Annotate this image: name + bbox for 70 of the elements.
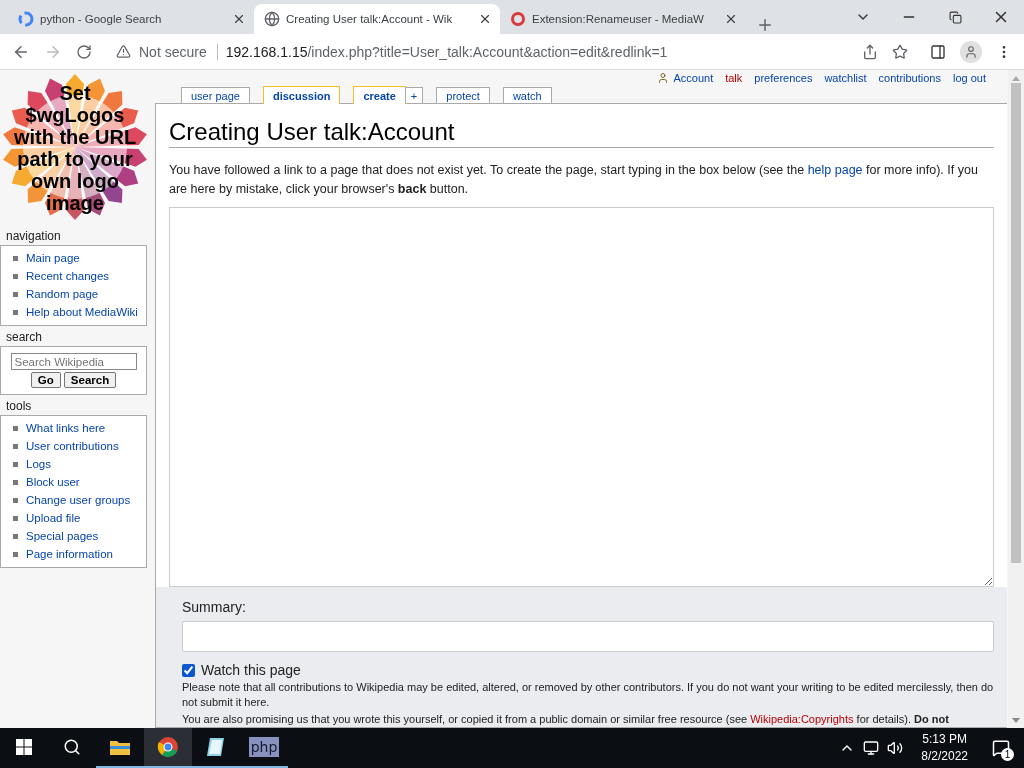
personal-link[interactable]: contributions (878, 72, 941, 84)
page-heading: Creating User talk:Account (169, 118, 994, 148)
user-icon (657, 72, 670, 84)
search-button[interactable]: Go (30, 372, 61, 388)
browser-tab[interactable]: python - Google Search (8, 4, 254, 34)
page-tab[interactable]: create (353, 86, 406, 104)
restore-icon[interactable] (948, 10, 962, 24)
clock-time[interactable]: 5:13 PM (922, 731, 967, 748)
summary-field[interactable] (182, 621, 994, 652)
close-icon[interactable] (724, 12, 738, 26)
network-icon[interactable] (863, 740, 880, 756)
sidebar-link[interactable]: Help about MediaWiki (11, 303, 142, 321)
ring-icon (510, 11, 526, 27)
personal-link[interactable]: watchlist (824, 72, 867, 84)
sidebar-link[interactable]: Block user (11, 473, 142, 491)
php-icon: php (248, 737, 280, 757)
warning-icon (116, 44, 131, 59)
search-field[interactable]: Search Wikipedia (10, 353, 137, 370)
personal-link[interactable]: Account (657, 72, 714, 84)
sidebar-link[interactable]: Main page (11, 249, 142, 267)
sidebar-link[interactable]: Logs (11, 455, 142, 473)
portlet-title: navigation (5, 229, 62, 243)
notepad-icon (205, 736, 227, 758)
page-tab[interactable]: watch (502, 87, 552, 103)
summary-label: Summary: (182, 599, 247, 615)
portlet-title: search (5, 330, 44, 344)
search-icon[interactable] (63, 738, 81, 756)
side-panel-icon[interactable] (930, 43, 946, 60)
sidebar-link[interactable]: User contributions (11, 437, 142, 455)
page-tab[interactable]: discussion (262, 86, 341, 104)
close-icon[interactable] (478, 12, 492, 26)
portlet-title: tools (5, 399, 33, 413)
notice-text: Please note that all contributions to Wikipedia may be edited, altered, or removed by other contributors. If you do not want your writing to be edited mercilessly, then do not submit it here. (182, 680, 994, 710)
page-tab[interactable]: user page (181, 87, 250, 103)
scrollbar[interactable] (1008, 70, 1024, 728)
profile-icon[interactable] (960, 40, 982, 63)
watch-label: Watch this page (201, 662, 301, 678)
new-tab-icon[interactable] (756, 16, 774, 34)
globe-icon (264, 11, 280, 27)
address-bar[interactable]: Not secure 192.168.1.15/index.php?title=User_talk:Account&action=edit&redlink=1 (106, 37, 848, 66)
chrome-icon (157, 736, 179, 758)
windows-icon (16, 739, 32, 755)
personal-link[interactable]: preferences (754, 72, 813, 84)
search-button[interactable]: Search (63, 372, 117, 388)
notification-badge: 1 (1001, 748, 1014, 761)
page-tab[interactable]: protect (436, 87, 490, 103)
clock-date[interactable]: 8/2/2022 (921, 748, 968, 765)
sidebar-link[interactable]: What links here (11, 419, 142, 437)
volume-icon[interactable] (887, 740, 904, 756)
help-link[interactable]: help page (807, 163, 863, 177)
personal-link[interactable]: log out (952, 72, 986, 84)
google-icon (18, 11, 34, 27)
sidebar-link[interactable]: Upload file (11, 509, 142, 527)
sidebar-link[interactable]: Special pages (11, 527, 142, 545)
personal-link[interactable]: talk (725, 72, 743, 84)
sidebar-link[interactable]: Page information (11, 545, 142, 563)
watch-checkbox[interactable] (182, 663, 195, 677)
copyrights-link[interactable]: Wikipedia:Copyrights (750, 713, 854, 725)
sidebar-link[interactable]: Change user groups (11, 491, 142, 509)
intro-text: You have followed a link to a page that does not exist yet. To create the page, start typing in the box below (see the help page for more info). If you are here by mistake, click your browser's back button. (169, 162, 979, 198)
close-icon[interactable] (232, 12, 246, 26)
sidebar-link[interactable]: Random page (11, 285, 142, 303)
browser-tab[interactable]: Extension:Renameuser - MediaW (500, 4, 746, 34)
share-icon[interactable] (862, 43, 878, 60)
bookmark-icon[interactable] (892, 43, 908, 60)
folder-icon (109, 738, 131, 756)
reload-icon[interactable] (76, 43, 92, 60)
browser-tab[interactable]: Creating User talk:Account - Wik (254, 4, 500, 34)
sidebar-link[interactable]: Recent changes (11, 267, 142, 285)
notice-text: You are also promising us that you wrote this yourself, or copied it from a public domain or similar free resource (see Wikipedia:Copyrights for details). Do not (182, 712, 950, 727)
